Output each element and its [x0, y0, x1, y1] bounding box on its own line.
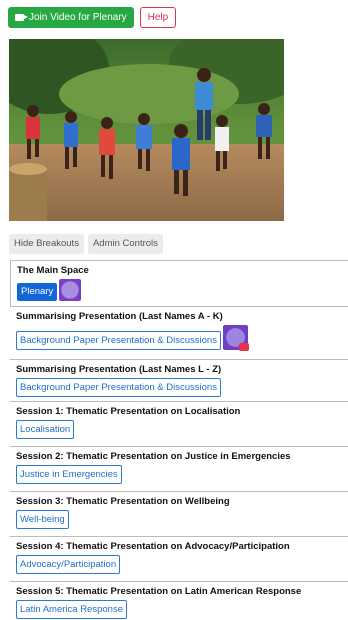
room-summary-a-k: Summarising Presentation (Last Names A -… [10, 306, 348, 359]
admin-controls-tab[interactable]: Admin Controls [87, 234, 163, 254]
help-button[interactable]: Help [139, 7, 177, 28]
children-running-photo [9, 39, 284, 221]
room-title: Session 5: Thematic Presentation on Lati… [16, 586, 302, 597]
join-room-button[interactable]: Justice in Emergencies [16, 465, 122, 484]
room-session-3: Session 3: Thematic Presentation on Well… [10, 491, 348, 536]
participant-avatar-icon [222, 325, 249, 351]
room-title: Session 2: Thematic Presentation on Just… [16, 451, 291, 462]
join-room-button[interactable]: Background Paper Presentation & Discussi… [16, 378, 221, 397]
room-title: Session 4: Thematic Presentation on Advo… [16, 541, 290, 552]
room-title: Session 1: Thematic Presentation on Loca… [16, 406, 241, 417]
room-main-space: The Main Space Plenary [10, 260, 348, 306]
room-session-4: Session 4: Thematic Presentation on Advo… [10, 536, 348, 581]
room-session-2: Session 2: Thematic Presentation on Just… [10, 446, 348, 491]
view-tabs: Hide Breakouts Admin Controls [9, 234, 163, 254]
room-title: Summarising Presentation (Last Names A -… [16, 311, 223, 322]
room-title: Summarising Presentation (Last Names L -… [16, 364, 222, 375]
camera-icon [15, 14, 28, 21]
join-video-label: Join Video for Plenary [29, 12, 127, 23]
join-room-button[interactable]: Localisation [16, 420, 75, 439]
room-summary-l-z: Summarising Presentation (Last Names L -… [10, 359, 348, 401]
top-toolbar: Join Video for Plenary Help [8, 7, 177, 28]
room-session-5: Session 5: Thematic Presentation on Lati… [10, 581, 348, 620]
room-title: The Main Space [17, 265, 89, 276]
join-room-button[interactable]: Advocacy/Participation [16, 555, 121, 574]
muted-badge-icon [238, 343, 249, 351]
room-title: Session 3: Thematic Presentation on Well… [16, 496, 230, 507]
plenary-room-button[interactable]: Plenary [17, 283, 58, 301]
breakout-room-list: The Main Space Plenary Summarising Prese… [10, 260, 348, 620]
participant-avatar-icon [59, 279, 82, 301]
join-video-button[interactable]: Join Video for Plenary [8, 7, 134, 28]
join-room-button[interactable]: Background Paper Presentation & Discussi… [16, 331, 221, 350]
join-room-button[interactable]: Latin America Response [16, 600, 127, 619]
hide-breakouts-tab[interactable]: Hide Breakouts [9, 234, 84, 254]
room-session-1: Session 1: Thematic Presentation on Loca… [10, 401, 348, 446]
join-room-button[interactable]: Well-being [16, 510, 69, 529]
event-banner-image [9, 39, 284, 221]
